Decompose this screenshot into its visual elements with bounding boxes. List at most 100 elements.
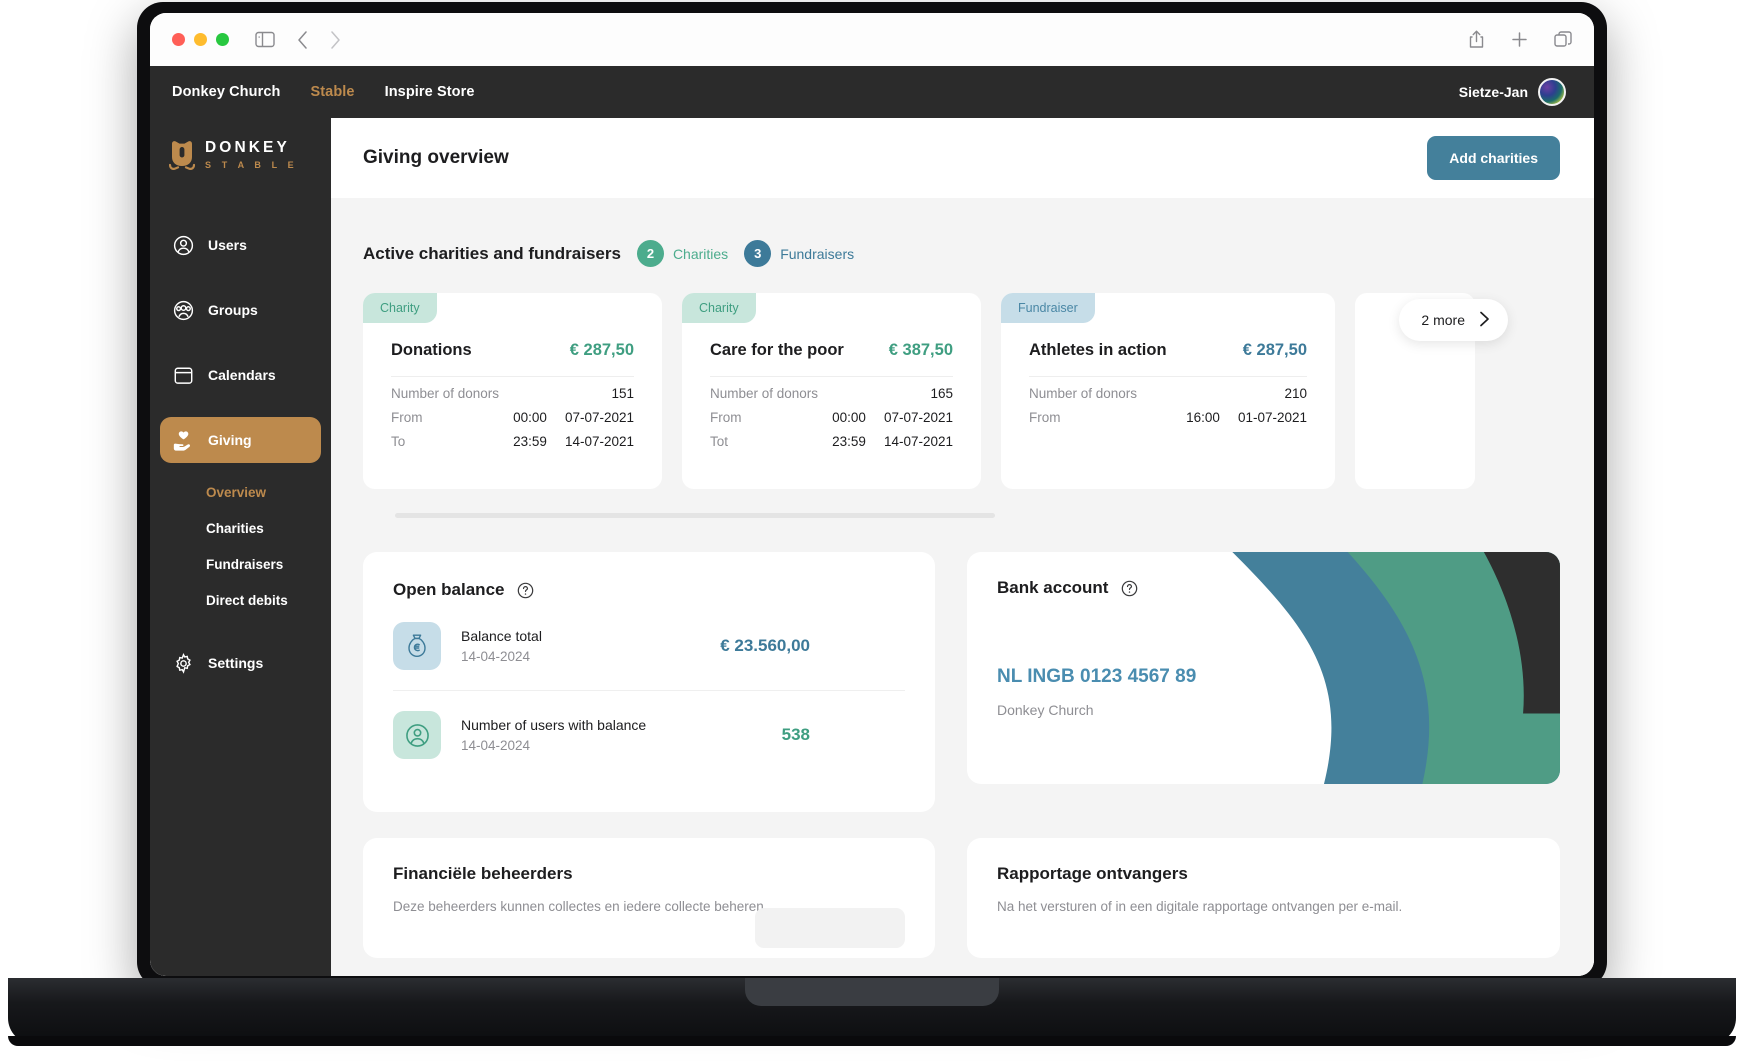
lower-grid: Open balance Balance total 14-04-2024 € … bbox=[331, 518, 1594, 812]
financial-managers-title: Financiële beheerders bbox=[393, 864, 573, 883]
sidebar-item-users[interactable]: Users bbox=[160, 222, 321, 268]
card-title: Care for the poor bbox=[710, 341, 844, 359]
fundraiser-card[interactable]: Fundraiser Athletes in action € 287,50 N… bbox=[1001, 293, 1335, 489]
back-icon[interactable] bbox=[297, 30, 308, 49]
page-header: Giving overview Add charities bbox=[331, 118, 1594, 198]
add-charities-button[interactable]: Add charities bbox=[1427, 136, 1560, 180]
card-donors-label: Number of donors bbox=[1029, 386, 1138, 401]
question-circle-icon[interactable] bbox=[517, 582, 534, 599]
fundraisers-filter-pill[interactable]: 3 Fundraisers bbox=[744, 240, 854, 267]
card-donors-row: Number of donors 210 bbox=[1029, 377, 1307, 401]
open-balance-title: Open balance bbox=[393, 580, 505, 599]
topbar-link-inspire-store[interactable]: Inspire Store bbox=[385, 84, 475, 100]
sidebar-icon[interactable] bbox=[255, 31, 275, 48]
sidebar-item-label: Giving bbox=[208, 432, 252, 448]
sidebar-item-giving[interactable]: Giving bbox=[160, 417, 321, 463]
donkey-logo-icon bbox=[168, 140, 196, 170]
charity-carousel-wrapper: 2 more Charity Donations € 287,50 Number… bbox=[331, 293, 1594, 518]
card-to-date: 14-07-2021 bbox=[883, 434, 953, 449]
balance-value: € 23.560,00 bbox=[720, 636, 810, 655]
sidebar-subitem-direct-debits[interactable]: Direct debits bbox=[160, 582, 321, 618]
laptop-notch bbox=[745, 978, 999, 1006]
carousel-scrollbar[interactable] bbox=[395, 513, 995, 518]
fundraisers-filter-label: Fundraisers bbox=[780, 245, 855, 262]
card-donors-row: Number of donors 151 bbox=[391, 377, 634, 401]
plus-icon[interactable] bbox=[1511, 31, 1528, 48]
user-menu[interactable]: Sietze-Jan bbox=[1459, 78, 1566, 106]
card-amount: € 287,50 bbox=[1242, 341, 1307, 359]
sidebar-item-calendars[interactable]: Calendars bbox=[160, 352, 321, 398]
topbar-link-donkey-church[interactable]: Donkey Church bbox=[172, 84, 280, 100]
charity-card[interactable]: Charity Care for the poor € 387,50 Numbe… bbox=[682, 293, 981, 489]
card-from-row: From 00:00 07-07-2021 bbox=[391, 401, 634, 425]
charities-filter-pill[interactable]: 2 Charities bbox=[636, 240, 729, 267]
forward-icon[interactable] bbox=[330, 30, 341, 49]
sidebar-item-label: Users bbox=[208, 237, 247, 253]
sidebar-item-label: Settings bbox=[208, 655, 264, 671]
user-circle-icon bbox=[172, 234, 194, 256]
fundraisers-count-badge: 3 bbox=[744, 240, 772, 267]
brand-logo[interactable]: DONKEY S T A B L E bbox=[150, 140, 331, 170]
card-amount: € 387,50 bbox=[888, 341, 953, 359]
main-content: Giving overview Add charities Active cha… bbox=[331, 118, 1594, 976]
topbar-link-stable[interactable]: Stable bbox=[310, 84, 354, 100]
card-title: Donations bbox=[391, 341, 472, 359]
minimize-window-button[interactable] bbox=[194, 33, 207, 46]
users-with-balance-row: Number of users with balance 14-04-2024 … bbox=[393, 690, 905, 779]
open-balance-panel: Open balance Balance total 14-04-2024 € … bbox=[363, 552, 935, 812]
balance-label: Number of users with balance bbox=[461, 717, 647, 733]
sidebar-nav: Users Groups Calendars Giving Overview C… bbox=[150, 222, 331, 686]
charities-filter-label: Charities bbox=[672, 245, 729, 262]
balance-date: 14-04-2024 bbox=[461, 738, 531, 753]
card-donors-row: Number of donors 165 bbox=[710, 377, 953, 401]
user-name: Sietze-Jan bbox=[1458, 84, 1528, 100]
charity-card[interactable]: Charity Donations € 287,50 Number of don… bbox=[363, 293, 662, 489]
card-tag: Fundraiser bbox=[1001, 293, 1095, 323]
card-to-date: 14-07-2021 bbox=[564, 434, 634, 449]
card-to-time: 23:59 bbox=[832, 434, 866, 449]
card-from-row: From 16:00 01-07-2021 bbox=[1029, 401, 1307, 425]
tabs-overview-icon[interactable] bbox=[1554, 30, 1572, 49]
card-from-label: From bbox=[710, 410, 742, 425]
card-title: Athletes in action bbox=[1029, 341, 1167, 359]
card-donors-label: Number of donors bbox=[391, 386, 500, 401]
question-circle-icon[interactable] bbox=[1121, 580, 1138, 597]
window-controls bbox=[172, 33, 229, 46]
card-tag: Charity bbox=[682, 293, 756, 323]
sidebar-item-groups[interactable]: Groups bbox=[160, 287, 321, 333]
balance-date: 14-04-2024 bbox=[461, 649, 531, 664]
users-group-icon bbox=[172, 299, 194, 321]
financial-managers-button[interactable] bbox=[755, 908, 905, 948]
card-to-time: 23:59 bbox=[513, 434, 547, 449]
brand-subtitle: S T A B L E bbox=[205, 159, 298, 170]
money-bag-icon bbox=[393, 622, 441, 670]
sidebar-subitem-overview[interactable]: Overview bbox=[160, 474, 321, 510]
sidebar-subitem-fundraisers[interactable]: Fundraisers bbox=[160, 546, 321, 582]
card-to-row: Tot 23:59 14-07-2021 bbox=[710, 425, 953, 449]
bottom-panels: Financiële beheerders Deze beheerders ku… bbox=[331, 812, 1594, 958]
page-title: Giving overview bbox=[363, 147, 509, 168]
card-from-date: 07-07-2021 bbox=[883, 410, 953, 425]
bank-account-title: Bank account bbox=[997, 578, 1109, 597]
share-icon[interactable] bbox=[1468, 30, 1485, 49]
card-donors-label: Number of donors bbox=[710, 386, 819, 401]
brand-title: DONKEY bbox=[205, 139, 290, 157]
card-to-label: To bbox=[391, 434, 406, 449]
financial-managers-panel: Financiële beheerders Deze beheerders ku… bbox=[363, 838, 935, 958]
maximize-window-button[interactable] bbox=[216, 33, 229, 46]
browser-chrome bbox=[150, 13, 1594, 66]
bank-iban[interactable]: NL INGB 0123 4567 89 bbox=[997, 666, 1530, 688]
more-cards-button[interactable]: 2 more bbox=[1399, 299, 1508, 341]
card-tag: Charity bbox=[363, 293, 437, 323]
sidebar-subitem-charities[interactable]: Charities bbox=[160, 510, 321, 546]
browser-window: Donkey Church Stable Inspire Store Sietz… bbox=[150, 13, 1594, 976]
sidebar-item-settings[interactable]: Settings bbox=[160, 640, 321, 686]
balance-total-row: Balance total 14-04-2024 € 23.560,00 bbox=[393, 600, 905, 690]
card-from-date: 01-07-2021 bbox=[1237, 410, 1307, 425]
card-from-date: 07-07-2021 bbox=[564, 410, 634, 425]
bank-owner: Donkey Church bbox=[997, 702, 1094, 718]
card-from-label: From bbox=[391, 410, 423, 425]
avatar[interactable] bbox=[1538, 78, 1566, 106]
close-window-button[interactable] bbox=[172, 33, 185, 46]
laptop-foot bbox=[8, 1036, 1736, 1046]
